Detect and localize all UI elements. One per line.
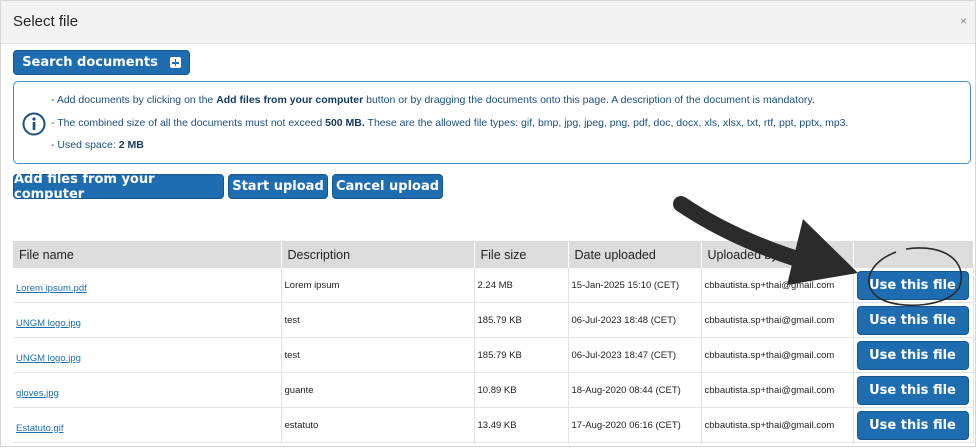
file-name-cell: Lorem ipsum.pdf — [13, 268, 282, 303]
column-header-action — [853, 241, 974, 268]
info-circle-icon — [22, 112, 46, 136]
file-link[interactable]: UNGM logo.jpg — [16, 353, 81, 364]
action-cell: Use this file — [853, 372, 974, 408]
description-cell: Lorem ipsum — [281, 268, 475, 303]
add-files-button[interactable]: Add files from your computer — [13, 172, 224, 202]
column-header-uploaded-by[interactable]: Uploaded by — [701, 241, 854, 268]
column-header-date-uploaded[interactable]: Date uploaded — [568, 241, 702, 268]
file-name-cell: UNGM logo.jpg — [13, 337, 282, 373]
description-cell: test — [281, 302, 475, 338]
uploaded-by-cell: cbbautista.sp+thai@gmail.com — [701, 372, 854, 408]
date-uploaded-cell: 18-Aug-2020 08:44 (CET) — [568, 372, 702, 408]
search-documents-label: Search documents — [22, 55, 158, 70]
start-upload-button[interactable]: Start upload — [228, 174, 328, 199]
cancel-upload-button[interactable]: Cancel upload — [332, 174, 443, 199]
uploaded-by-cell: cbbautista.sp+thai@gmail.com — [701, 407, 854, 443]
dialog-title: Select file — [13, 13, 79, 30]
uploaded-by-cell: cbbautista.sp+thai@gmail.com — [701, 302, 854, 338]
file-link[interactable]: gloves.jpg — [16, 388, 59, 399]
table-row: Estatuto.gif estatuto 13.49 KB 17-Aug-20… — [13, 407, 974, 443]
file-size-cell: 13.49 KB — [474, 407, 569, 443]
files-table: File name Description File size Date upl… — [13, 241, 974, 443]
file-link[interactable]: UNGM logo.jpg — [16, 318, 81, 329]
column-header-description[interactable]: Description — [281, 241, 475, 268]
search-documents-button[interactable]: Search documents — [13, 50, 190, 75]
file-name-cell: UNGM logo.jpg — [13, 302, 282, 338]
table-row: UNGM logo.jpg test 185.79 KB 06-Jul-2023… — [13, 337, 974, 373]
date-uploaded-cell: 15-Jan-2025 15:10 (CET) — [568, 268, 702, 303]
dialog-titlebar: Select file × — [1, 1, 975, 44]
description-cell: estatuto — [281, 407, 475, 443]
table-row: UNGM logo.jpg test 185.79 KB 06-Jul-2023… — [13, 302, 974, 338]
file-size-cell: 10.89 KB — [474, 372, 569, 408]
date-uploaded-cell: 17-Aug-2020 06:16 (CET) — [568, 407, 702, 443]
column-header-file-name[interactable]: File name — [13, 241, 282, 268]
column-header-file-size[interactable]: File size — [474, 241, 569, 268]
table-header-row: File name Description File size Date upl… — [13, 241, 974, 268]
action-cell: Use this file — [853, 337, 974, 373]
file-link[interactable]: Lorem ipsum.pdf — [16, 283, 87, 294]
uploaded-by-cell: cbbautista.sp+thai@gmail.com — [701, 268, 854, 303]
use-this-file-button[interactable]: Use this file — [856, 375, 969, 405]
action-cell: Use this file — [853, 268, 974, 303]
info-box: - Add documents by clicking on the Add f… — [13, 81, 971, 164]
file-link[interactable]: Estatuto.gif — [16, 423, 64, 434]
use-this-file-button[interactable]: Use this file — [856, 270, 969, 300]
table-row: Lorem ipsum.pdf Lorem ipsum 2.24 MB 15-J… — [13, 268, 974, 303]
use-this-file-button[interactable]: Use this file — [856, 305, 969, 335]
date-uploaded-cell: 06-Jul-2023 18:48 (CET) — [568, 302, 702, 338]
info-line-size-limit: - The combined size of all the documents… — [51, 117, 849, 129]
use-this-file-button[interactable]: Use this file — [856, 340, 969, 370]
file-name-cell: Estatuto.gif — [13, 407, 282, 443]
file-size-cell: 185.79 KB — [474, 337, 569, 373]
uploaded-by-cell: cbbautista.sp+thai@gmail.com — [701, 337, 854, 373]
info-line-add-files: - Add documents by clicking on the Add f… — [51, 94, 815, 106]
action-cell: Use this file — [853, 407, 974, 443]
use-this-file-button[interactable]: Use this file — [856, 410, 969, 440]
info-line-used-space: - Used space: 2 MB — [51, 139, 144, 151]
action-cell: Use this file — [853, 302, 974, 338]
description-cell: guante — [281, 372, 475, 408]
file-size-cell: 2.24 MB — [474, 268, 569, 303]
description-cell: test — [281, 337, 475, 373]
file-size-cell: 185.79 KB — [474, 302, 569, 338]
close-icon[interactable]: × — [960, 14, 967, 28]
select-file-dialog: Select file × Search documents - Add doc… — [0, 0, 976, 447]
file-name-cell: gloves.jpg — [13, 372, 282, 408]
table-row: gloves.jpg guante 10.89 KB 18-Aug-2020 0… — [13, 372, 974, 408]
date-uploaded-cell: 06-Jul-2023 18:47 (CET) — [568, 337, 702, 373]
plus-square-icon — [169, 57, 181, 68]
